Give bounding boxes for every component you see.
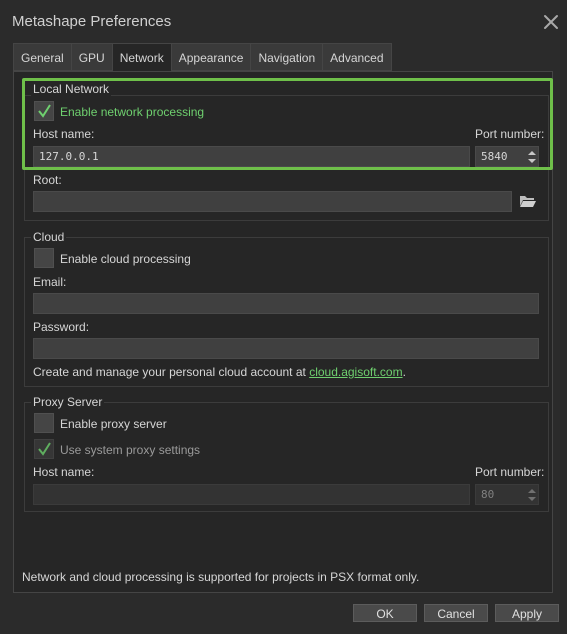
password-label: Password:: [33, 320, 90, 334]
root-label: Root:: [33, 173, 62, 187]
highlight-box: [22, 78, 553, 170]
tab-navigation[interactable]: Navigation: [250, 43, 323, 71]
cancel-button[interactable]: Cancel: [424, 604, 488, 622]
tab-network[interactable]: Network: [111, 43, 171, 72]
root-input[interactable]: [33, 191, 512, 212]
cloud-title: Cloud: [31, 230, 67, 244]
window-title: Metashape Preferences: [12, 13, 172, 30]
cloud-info-suffix: .: [402, 365, 406, 379]
password-input[interactable]: [33, 338, 539, 359]
proxy-port-value: 80: [481, 488, 495, 501]
enable-proxy-checkbox[interactable]: [34, 413, 54, 433]
enable-cloud-checkbox[interactable]: [34, 248, 54, 268]
folder-icon[interactable]: [518, 193, 538, 209]
proxy-host-input[interactable]: [33, 484, 470, 505]
checkmark-icon: [38, 442, 51, 456]
cloud-info-text: Create and manage your personal cloud ac…: [33, 365, 406, 379]
tab-gpu[interactable]: GPU: [70, 43, 112, 71]
apply-button[interactable]: Apply: [495, 604, 559, 622]
system-proxy-label: Use system proxy settings: [60, 443, 201, 457]
proxy-title: Proxy Server: [31, 395, 105, 409]
email-input[interactable]: [33, 293, 539, 314]
ok-button[interactable]: OK: [353, 604, 417, 622]
tab-appearance[interactable]: Appearance: [170, 43, 251, 71]
proxy-spin-arrows-icon[interactable]: [526, 486, 538, 504]
footer-note: Network and cloud processing is supporte…: [22, 570, 420, 584]
proxy-port-label: Port number:: [475, 465, 545, 479]
tab-general[interactable]: General: [13, 43, 71, 71]
enable-cloud-label: Enable cloud processing: [60, 252, 191, 266]
cloud-account-link[interactable]: cloud.agisoft.com: [309, 365, 402, 379]
system-proxy-checkbox[interactable]: [34, 439, 54, 459]
enable-proxy-label: Enable proxy server: [60, 417, 167, 431]
tab-advanced[interactable]: Advanced: [322, 43, 392, 71]
proxy-host-label: Host name:: [33, 465, 95, 479]
close-icon[interactable]: [540, 11, 562, 33]
tab-bar: General GPU Network Appearance Navigatio…: [13, 43, 392, 72]
email-label: Email:: [33, 275, 67, 289]
cloud-info-prefix: Create and manage your personal cloud ac…: [33, 365, 310, 379]
